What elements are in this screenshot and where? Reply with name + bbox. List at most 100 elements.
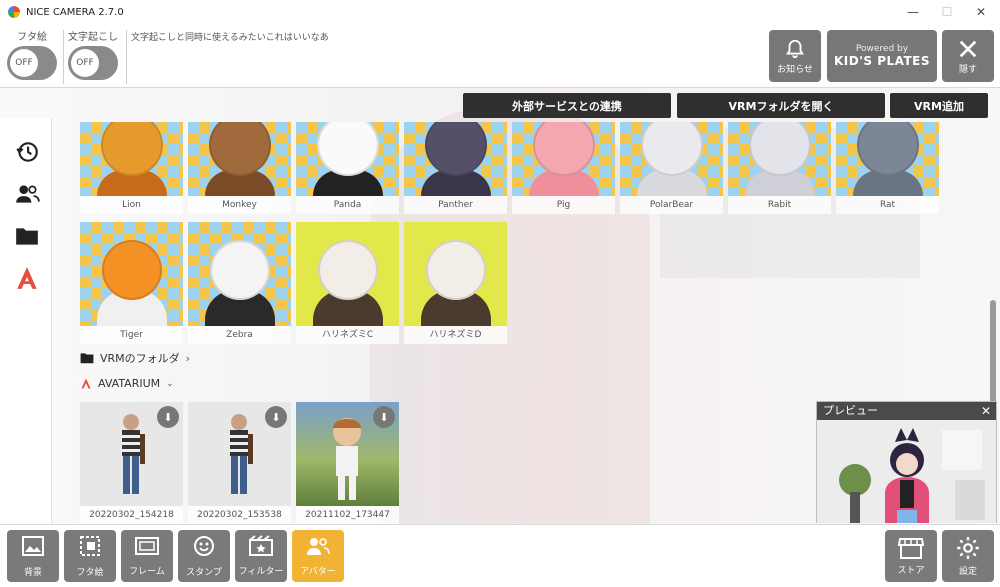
lid-toggle[interactable]: OFF <box>7 46 57 80</box>
chevron-down-icon: ⌄ <box>166 378 174 389</box>
download-icon[interactable]: ⬇ <box>373 406 395 428</box>
tab-label: フタ絵 <box>76 568 104 578</box>
close-window-button[interactable]: ✕ <box>964 0 998 24</box>
caption-toggle[interactable]: OFF <box>68 46 118 80</box>
lid-icon <box>78 534 102 562</box>
avatarium-name: 20220302_154218 <box>89 510 174 520</box>
folder-icon[interactable] <box>13 222 41 250</box>
avatar-card[interactable]: Pig <box>512 122 615 214</box>
caption-toggle-state: OFF <box>71 49 99 77</box>
avatar-card[interactable]: Zebra <box>188 222 291 344</box>
stamp-icon <box>192 534 216 562</box>
notice-button[interactable]: お知らせ <box>769 30 821 82</box>
open-vrm-folder-button[interactable]: VRMフォルダを開く <box>677 93 885 118</box>
avatar-head-shape <box>100 122 163 176</box>
frame-icon <box>134 535 160 561</box>
avatar-icon <box>305 535 331 561</box>
avatarium-icon <box>81 378 91 389</box>
avatar-head-shape <box>209 240 270 300</box>
tab-label: スタンプ <box>186 568 222 578</box>
avatar-head-shape <box>856 122 919 176</box>
avatar-thumbnail <box>728 122 831 196</box>
avatarium-card[interactable]: ⬇ 20220302_153538 <box>188 402 291 524</box>
avatarium-card[interactable]: ⬇ 20220302_154218 <box>80 402 183 524</box>
tab-label: アバター <box>300 567 336 577</box>
avatar-thumbnail <box>512 122 615 196</box>
avatarium-name: 20211102_173447 <box>305 510 390 520</box>
avatarium-icon[interactable] <box>13 264 41 292</box>
tab-filter[interactable]: フィルター <box>235 530 287 582</box>
tab-frame[interactable]: フレーム <box>121 530 173 582</box>
avatar-name: Rat <box>879 200 896 210</box>
top-toolbar: フタ絵 OFF 文字起こし OFF 文字起こしと同時に使えるみたいこれはいいなあ… <box>0 24 1000 88</box>
avatar-head-shape <box>748 122 811 176</box>
avatar-head-shape <box>317 240 378 300</box>
minimize-button[interactable]: — <box>896 0 930 24</box>
avatar-card[interactable]: ハリネズミD <box>404 222 507 344</box>
app-title: NICE CAMERA 2.7.0 <box>26 6 124 18</box>
preview-header[interactable]: プレビュー ✕ <box>817 402 996 420</box>
avatar-thumbnail <box>80 222 183 326</box>
tab-label: フィルター <box>238 567 284 577</box>
tab-stamp[interactable]: スタンプ <box>178 530 230 582</box>
avatar-thumbnail <box>620 122 723 196</box>
avatar-card[interactable]: Panda <box>296 122 399 214</box>
divider <box>126 30 127 84</box>
avatar-card[interactable]: Rabit <box>728 122 831 214</box>
preview-title: プレビュー <box>823 404 878 417</box>
preview-close-button[interactable]: ✕ <box>981 402 991 420</box>
avatar-card[interactable]: Monkey <box>188 122 291 214</box>
tab-lid[interactable]: フタ絵 <box>64 530 116 582</box>
settings-button[interactable]: 設定 <box>942 530 994 582</box>
avatar-card[interactable]: Panther <box>404 122 507 214</box>
avatarium-section[interactable]: AVATARIUM ⌄ <box>80 377 174 390</box>
avatar-name: PolarBear <box>649 200 694 210</box>
avatar-thumbnail <box>404 122 507 196</box>
kids-powered-label: Powered by <box>855 44 909 54</box>
avatar-card[interactable]: Rat <box>836 122 939 214</box>
history-icon[interactable] <box>13 138 41 166</box>
avatarium-name: 20220302_153538 <box>197 510 282 520</box>
avatar-name: Panda <box>333 200 362 210</box>
avatar-thumbnail <box>80 122 183 196</box>
avatar-card[interactable]: Lion <box>80 122 183 214</box>
download-icon[interactable]: ⬇ <box>157 406 179 428</box>
avatarium-card[interactable]: ⬇ 20211102_173447 <box>296 402 399 524</box>
avatar-name: Tiger <box>120 330 143 340</box>
avatar-head-shape <box>208 122 271 176</box>
avatar-card[interactable]: PolarBear <box>620 122 723 214</box>
users-icon[interactable] <box>13 180 41 208</box>
avatarium-thumbnail: ⬇ <box>80 402 183 506</box>
bell-icon <box>785 39 805 58</box>
avatar-name: Pig <box>556 200 571 210</box>
hide-label: 隠す <box>958 64 977 75</box>
divider <box>63 30 64 84</box>
store-icon <box>898 538 924 559</box>
tab-background[interactable]: 背景 <box>7 530 59 582</box>
kids-plates-button[interactable]: Powered by KID'S PLATES <box>827 30 937 82</box>
caption-toggle-group: 文字起こし OFF <box>68 28 118 80</box>
filter-icon <box>248 535 274 561</box>
avatar-thumbnail <box>836 122 939 196</box>
app-logo-icon <box>8 6 20 18</box>
tab-label: フレーム <box>129 567 165 577</box>
avatar-thumbnail <box>188 222 291 326</box>
store-button[interactable]: ストア <box>885 530 937 582</box>
maximize-button[interactable]: ☐ <box>930 0 964 24</box>
caption-text: 文字起こしと同時に使えるみたいこれはいいなあ <box>131 33 329 43</box>
avatar-head-shape <box>101 240 162 300</box>
avatar-card[interactable]: Tiger <box>80 222 183 344</box>
vrm-folder-section[interactable]: VRMのフォルダ › <box>80 350 190 366</box>
bottom-toolbar: 背景 フタ絵 フレーム スタンプ フィルター アバター ストア 設定 <box>0 524 1000 587</box>
avatar-name: Lion <box>122 200 141 210</box>
tab-avatar[interactable]: アバター <box>292 530 344 582</box>
avatar-head-shape <box>316 122 379 176</box>
chevron-right-icon: › <box>185 351 191 365</box>
download-icon[interactable]: ⬇ <box>265 406 287 428</box>
add-vrm-button[interactable]: VRM追加 <box>890 93 988 118</box>
avatar-card[interactable]: ハリネズミC <box>296 222 399 344</box>
external-services-button[interactable]: 外部サービスとの連携 <box>463 93 671 118</box>
avatar-thumbnail <box>296 122 399 196</box>
avatar-name: Rabit <box>767 200 792 210</box>
hide-button[interactable]: 隠す <box>942 30 994 82</box>
